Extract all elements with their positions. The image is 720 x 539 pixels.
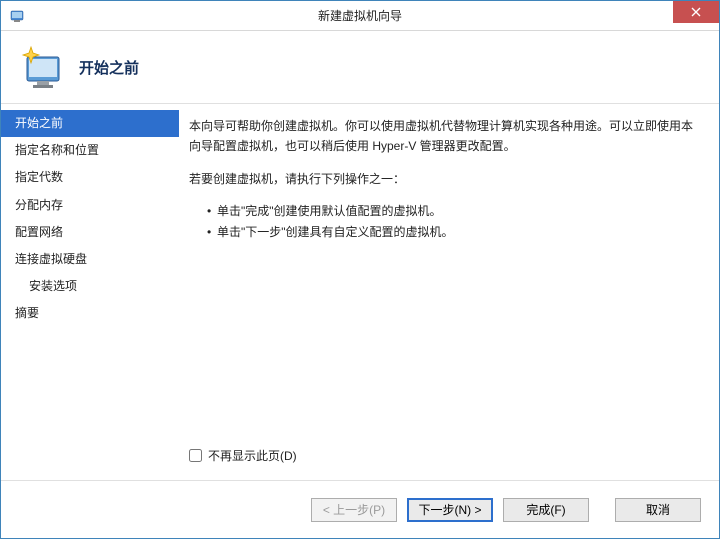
bullet-list: 单击"完成"创建使用默认值配置的虚拟机。单击"下一步"创建具有自定义配置的虚拟机…	[189, 201, 699, 242]
prompt-text: 若要创建虚拟机，请执行下列操作之一：	[189, 169, 699, 189]
wizard-step[interactable]: 指定代数	[1, 164, 179, 191]
titlebar: 新建虚拟机向导	[1, 1, 719, 31]
wizard-step[interactable]: 安装选项	[1, 273, 179, 300]
intro-text: 本向导可帮助你创建虚拟机。你可以使用虚拟机代替物理计算机实现各种用途。可以立即使…	[189, 116, 699, 157]
page-title: 开始之前	[79, 57, 139, 78]
bullet-item: 单击"完成"创建使用默认值配置的虚拟机。	[207, 201, 699, 221]
dont-show-again-label: 不再显示此页(D)	[208, 446, 297, 466]
wizard-steps-sidebar: 开始之前指定名称和位置指定代数分配内存配置网络连接虚拟硬盘安装选项摘要	[1, 104, 179, 480]
bullet-item: 单击"下一步"创建具有自定义配置的虚拟机。	[207, 222, 699, 242]
wizard-step[interactable]: 分配内存	[1, 192, 179, 219]
finish-button[interactable]: 完成(F)	[503, 498, 589, 522]
wizard-icon	[17, 43, 65, 91]
wizard-step[interactable]: 连接虚拟硬盘	[1, 246, 179, 273]
wizard-content: 本向导可帮助你创建虚拟机。你可以使用虚拟机代替物理计算机实现各种用途。可以立即使…	[179, 104, 719, 480]
cancel-button[interactable]: 取消	[615, 498, 701, 522]
app-icon	[9, 8, 25, 24]
dont-show-again-checkbox[interactable]	[189, 449, 202, 462]
wizard-step[interactable]: 指定名称和位置	[1, 137, 179, 164]
wizard-step[interactable]: 摘要	[1, 300, 179, 327]
window-title: 新建虚拟机向导	[1, 7, 719, 24]
next-button[interactable]: 下一步(N) >	[407, 498, 493, 522]
wizard-step[interactable]: 配置网络	[1, 219, 179, 246]
dont-show-again-row[interactable]: 不再显示此页(D)	[189, 446, 699, 466]
close-button[interactable]	[673, 1, 719, 23]
wizard-step[interactable]: 开始之前	[1, 110, 179, 137]
wizard-footer: < 上一步(P) 下一步(N) > 完成(F) 取消	[1, 480, 719, 538]
prev-button: < 上一步(P)	[311, 498, 397, 522]
wizard-header: 开始之前	[1, 31, 719, 103]
